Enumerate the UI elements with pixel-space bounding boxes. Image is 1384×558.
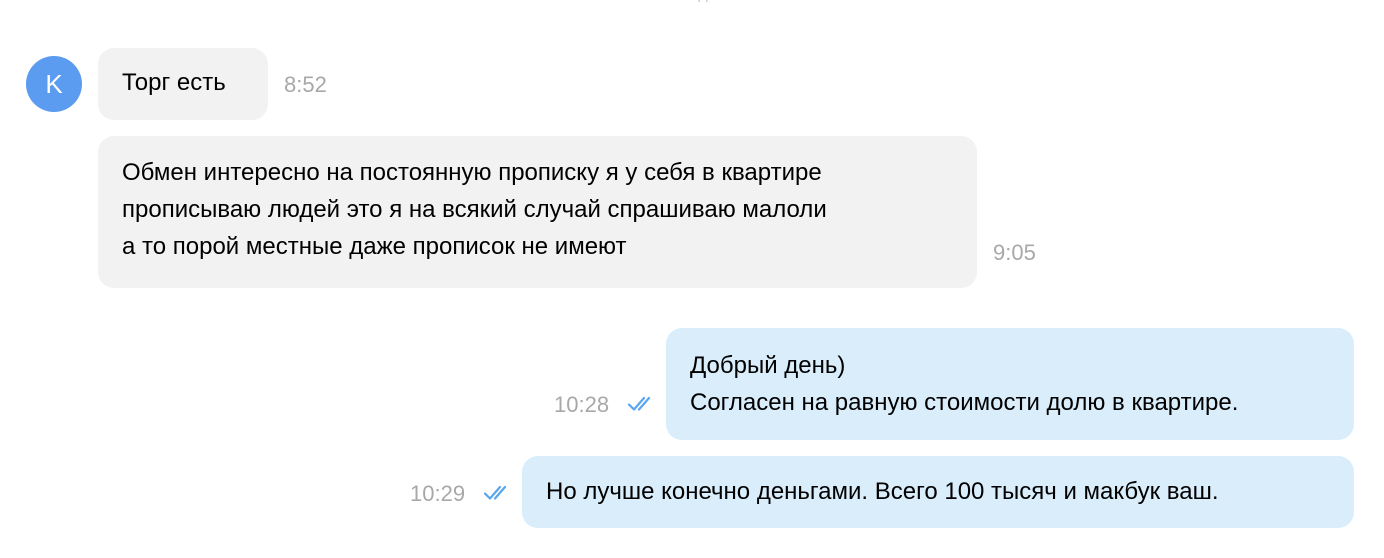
message-text-line: Но лучше конечно деньгами. Всего 100 тыс… bbox=[546, 478, 1219, 505]
outgoing-message-bubble[interactable]: Но лучше конечно деньгами. Всего 100 тыс… bbox=[522, 456, 1354, 528]
previous-content-fragment: д bbox=[688, 0, 718, 2]
double-check-icon bbox=[483, 485, 507, 500]
message-timestamp: 10:29 bbox=[410, 481, 466, 506]
message-text-line: Обмен интересно на постоянную прописку я… bbox=[122, 159, 822, 186]
message-timestamp: 9:05 bbox=[993, 240, 1036, 265]
contact-avatar[interactable]: K bbox=[26, 56, 82, 112]
message-text-line: Торг есть bbox=[122, 69, 226, 96]
avatar-letter: K bbox=[45, 68, 63, 99]
message-text-line: Согласен на равную стоимости долю в квар… bbox=[690, 389, 1239, 416]
message-timestamp: 8:52 bbox=[284, 72, 327, 97]
incoming-message-bubble[interactable]: Обмен интересно на постоянную прописку я… bbox=[98, 136, 977, 288]
incoming-message-bubble[interactable]: Торг есть bbox=[98, 48, 268, 120]
message-timestamp: 10:28 bbox=[554, 392, 610, 417]
message-text-line: а то порой местные даже прописок не имею… bbox=[122, 233, 627, 260]
outgoing-message-bubble[interactable]: Добрый день) Согласен на равную стоимост… bbox=[666, 328, 1354, 440]
double-check-icon bbox=[627, 396, 651, 411]
message-text-line: прописываю людей это я на всякий случай … bbox=[122, 196, 827, 223]
message-text-line: Добрый день) bbox=[690, 352, 846, 379]
